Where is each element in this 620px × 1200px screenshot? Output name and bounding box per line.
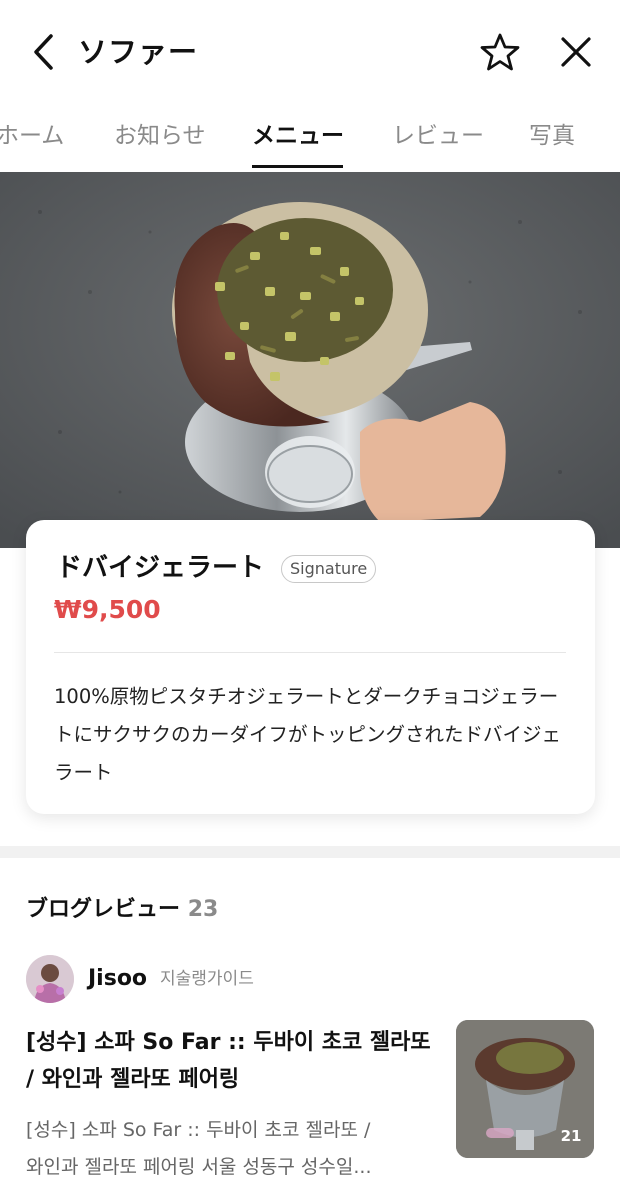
blog-post-excerpt[interactable]: [성수] 소파 So Far :: 두바이 초코 젤라또 / 와인과 젤라또 페… — [26, 1112, 436, 1186]
top-bar: ソファー — [0, 0, 620, 104]
author-name[interactable]: Jisoo — [88, 963, 147, 995]
blog-review-heading: ブログレビュー 23 — [26, 892, 218, 928]
blog-author-row[interactable]: Jisoo 지술랭가이드 — [26, 953, 586, 1005]
signature-badge: Signature — [281, 555, 377, 583]
section-divider — [0, 846, 620, 858]
menu-item-name: ドバイジェラート — [56, 553, 265, 583]
tab-home[interactable]: ホーム — [0, 118, 64, 154]
tab-bar: ホーム お知らせ メニュー レビュー 写真 — [0, 104, 620, 172]
menu-item-description: 100%原物ピスタチオジェラートとダークチョコジェラートにサクサクのカーダイフが… — [54, 685, 562, 784]
gelato-photo-illustration — [0, 172, 620, 548]
excerpt-line-2: 와인과 젤라또 페어링 서울 성동구 성수일... — [26, 1156, 372, 1178]
blog-review-title: ブログレビュー — [26, 897, 181, 922]
tab-reviews[interactable]: レビュー — [392, 118, 484, 154]
star-outline-icon — [480, 33, 520, 71]
page-title: ソファー — [78, 35, 199, 69]
tab-news[interactable]: お知らせ — [114, 118, 206, 154]
card-divider — [54, 652, 566, 653]
menu-item-price: ₩9,500 — [54, 595, 161, 624]
close-icon — [561, 37, 591, 67]
close-button[interactable] — [552, 28, 600, 76]
avatar-image — [26, 955, 74, 1003]
tab-menu[interactable]: メニュー — [252, 118, 344, 154]
blog-review-count: 23 — [187, 897, 219, 922]
menu-item-photo[interactable] — [0, 172, 620, 548]
photo-count-badge: 21 — [560, 1127, 582, 1145]
back-button[interactable] — [22, 28, 66, 76]
author-blog-name: 지술랭가이드 — [160, 969, 254, 989]
tab-photos[interactable]: 写真 — [529, 118, 575, 154]
menu-item-card: ドバイジェラート Signature ₩9,500 100%原物ピスタチオジェラ… — [26, 520, 595, 814]
favorite-button[interactable] — [476, 28, 524, 76]
excerpt-line-1: [성수] 소파 So Far :: 두바이 초코 젤라또 / — [26, 1119, 371, 1141]
active-tab-indicator — [252, 165, 343, 168]
avatar[interactable] — [26, 955, 74, 1003]
blog-post-title[interactable]: [성수] 소파 So Far :: 두바이 초코 젤라또 / 와인과 젤라또 페… — [26, 1024, 436, 1098]
chevron-left-icon — [34, 34, 53, 70]
